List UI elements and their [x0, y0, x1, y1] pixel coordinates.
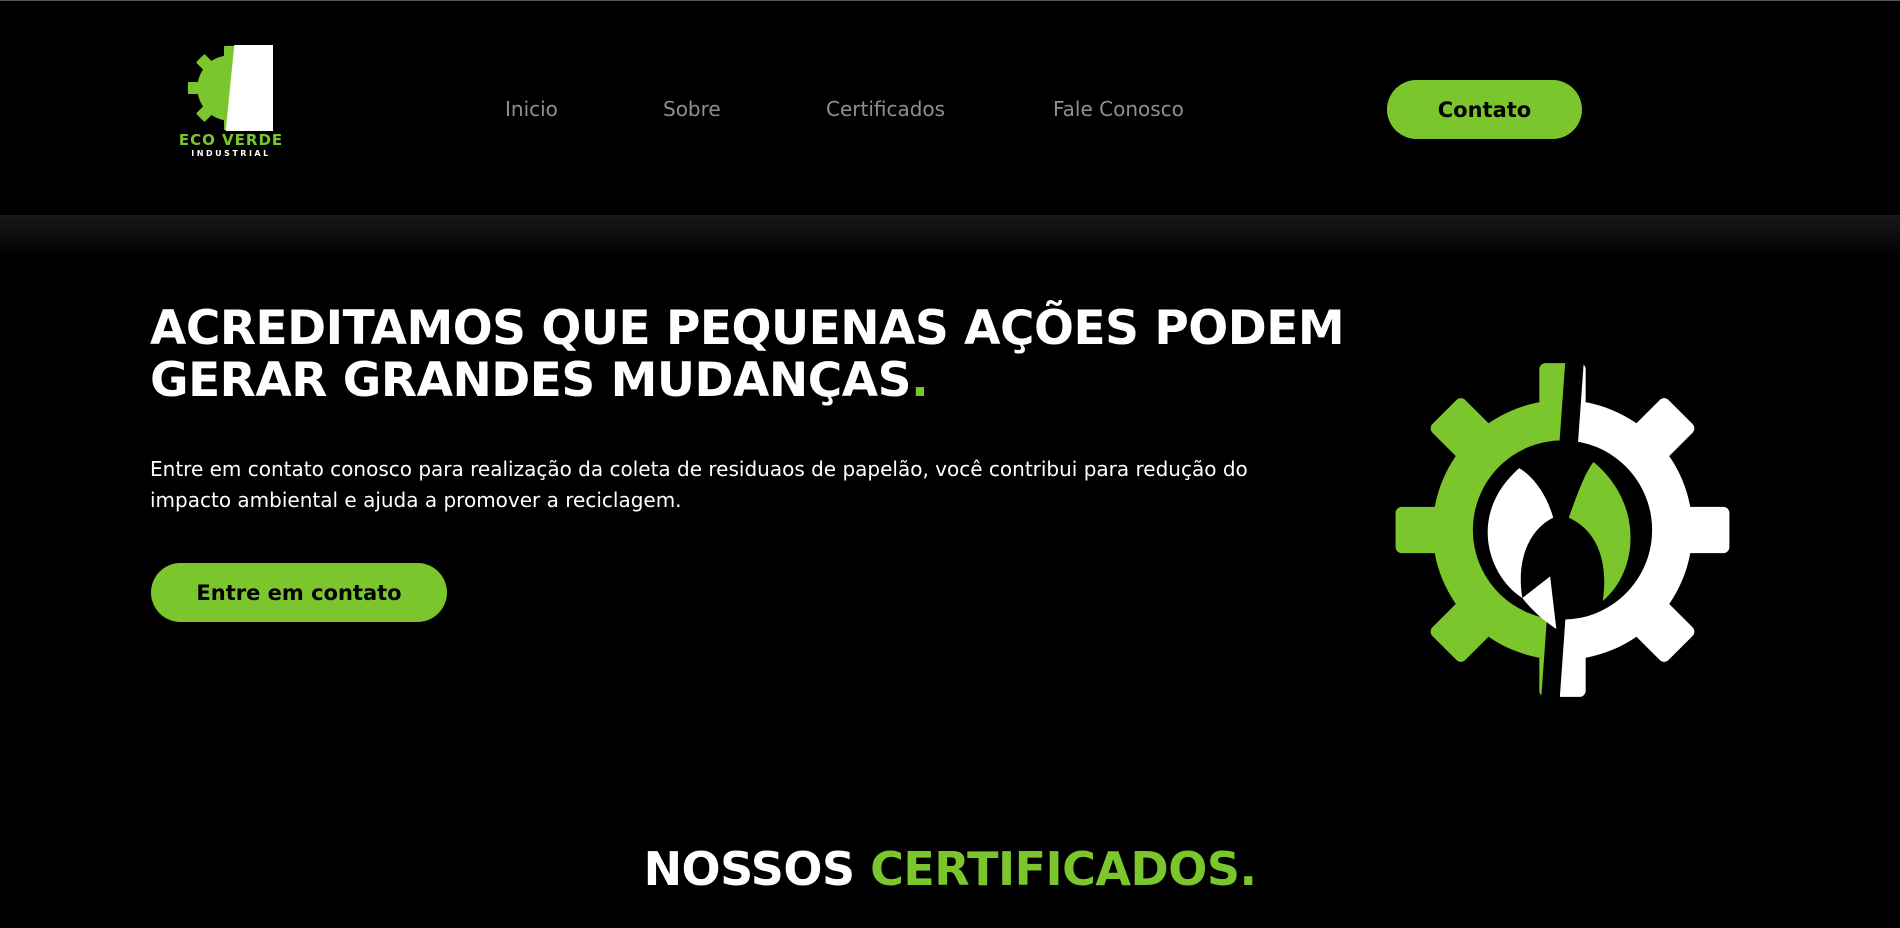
certificates-title-white: NOSSOS	[643, 842, 856, 896]
certificates-title-green: CERTIFICADOS.	[870, 842, 1257, 896]
brand-name: ECO VERDE	[178, 131, 284, 149]
site-header: ECO VERDE INDUSTRIAL Inicio Sobre Certif…	[0, 1, 1900, 215]
contact-button[interactable]: Contato	[1387, 80, 1582, 139]
brand-tagline: INDUSTRIAL	[191, 149, 271, 158]
gear-leaf-logo-icon	[187, 45, 273, 131]
hero-title-dot: .	[911, 353, 929, 408]
nav-item-certificados[interactable]: Certificados	[826, 97, 945, 121]
hero-title: ACREDITAMOS QUE PEQUENAS AÇÕES PODEM GER…	[150, 303, 1380, 407]
nav-item-fale-conosco[interactable]: Fale Conosco	[1053, 97, 1184, 121]
brand-logo[interactable]: ECO VERDE INDUSTRIAL	[168, 45, 294, 165]
hero-title-text: ACREDITAMOS QUE PEQUENAS AÇÕES PODEM GER…	[150, 301, 1345, 408]
gear-leaf-emblem-icon	[1395, 360, 1730, 700]
certificates-title: NOSSOS CERTIFICADOS.	[0, 842, 1900, 896]
hero-description: Entre em contato conosco para realização…	[150, 457, 1248, 512]
hero-cta-button[interactable]: Entre em contato	[151, 563, 447, 622]
nav-item-sobre[interactable]: Sobre	[663, 97, 721, 121]
nav-item-inicio[interactable]: Inicio	[505, 97, 558, 121]
header-divider	[0, 215, 1900, 260]
